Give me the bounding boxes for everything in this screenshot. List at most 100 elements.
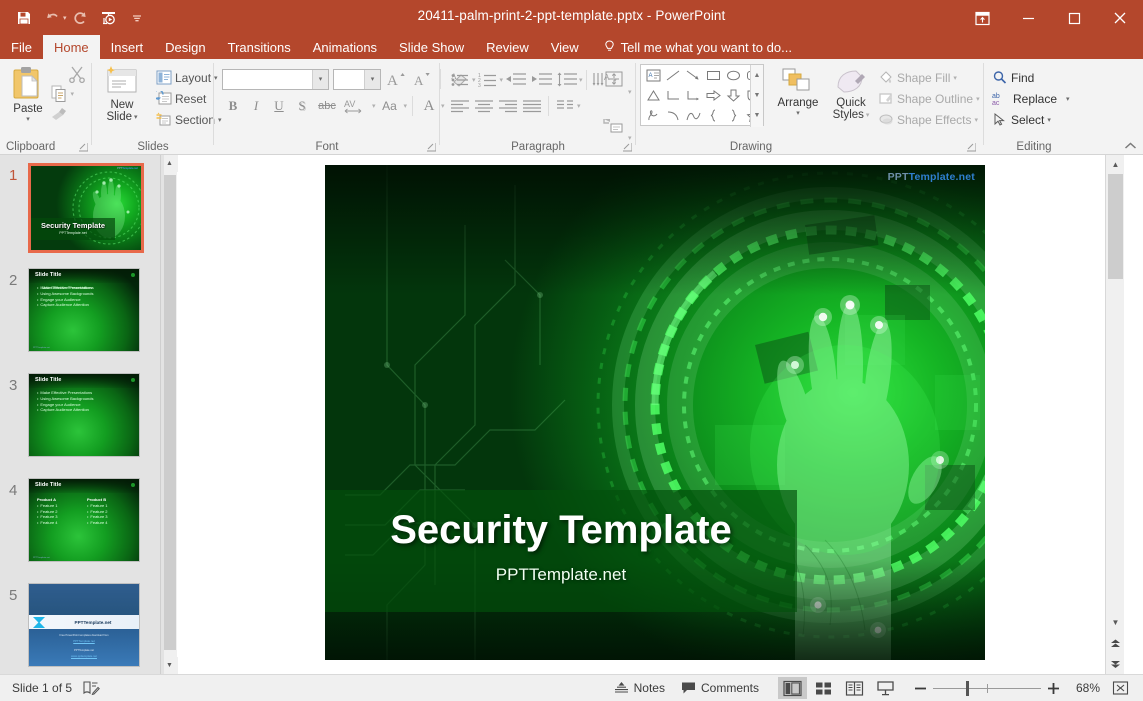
font-size-dropdown-caret[interactable]: ▾: [364, 69, 380, 89]
text-shadow-button[interactable]: S: [291, 95, 313, 117]
shape-effects-dropdown-caret[interactable]: ▾: [975, 116, 979, 124]
paragraph-dialog-launcher[interactable]: [623, 143, 632, 152]
underline-button[interactable]: U: [268, 95, 290, 117]
view-normal-button[interactable]: [778, 677, 807, 699]
italic-button[interactable]: I: [245, 95, 267, 117]
shape-scribble[interactable]: [643, 106, 663, 125]
copy-dropdown-caret[interactable]: ▾: [70, 90, 74, 98]
shapes-gallery[interactable]: A ▲ ▼ ▼: [640, 64, 764, 127]
format-painter-button[interactable]: [50, 106, 68, 122]
shape-outline-button[interactable]: Shape Outline ▾: [876, 88, 982, 109]
ribbon-display-options-icon[interactable]: [959, 0, 1005, 36]
shapes-scroll-up-icon[interactable]: ▲: [751, 65, 763, 85]
slide-scroll-down-icon[interactable]: ▼: [1106, 613, 1125, 632]
replace-button[interactable]: ab ac Replace ▾: [990, 88, 1072, 109]
shape-arc[interactable]: [683, 106, 703, 125]
font-size-combo[interactable]: ▾: [333, 68, 381, 90]
align-center-button[interactable]: [472, 95, 496, 117]
select-dropdown-caret[interactable]: ▾: [1047, 116, 1051, 124]
line-spacing-dropdown-caret[interactable]: ▾: [579, 76, 583, 84]
shape-effects-button[interactable]: Shape Effects ▾: [876, 109, 982, 130]
columns-button[interactable]: [553, 95, 577, 117]
shape-down-arrow[interactable]: [723, 86, 743, 105]
cut-button[interactable]: [68, 65, 86, 83]
font-dialog-launcher[interactable]: [427, 143, 436, 152]
zoom-out-button[interactable]: [910, 677, 931, 699]
tab-review[interactable]: Review: [475, 35, 540, 59]
slide-subtitle[interactable]: PPTTemplate.net: [325, 565, 797, 585]
shape-textbox[interactable]: A: [643, 66, 663, 85]
collapse-ribbon-icon[interactable]: [1124, 141, 1137, 152]
align-left-button[interactable]: [448, 95, 472, 117]
tab-view[interactable]: View: [540, 35, 590, 59]
view-reading-button[interactable]: [840, 677, 869, 699]
tab-insert[interactable]: Insert: [100, 35, 155, 59]
quick-styles-button[interactable]: Quick Styles ▾: [826, 67, 876, 121]
slide-thumbnail-pane[interactable]: 1 PPTTemplate.net Security Template PPTT…: [0, 155, 160, 674]
slide-title[interactable]: Security Template: [325, 508, 797, 553]
align-text-button[interactable]: [600, 67, 628, 91]
paste-button[interactable]: Paste ▾: [6, 65, 50, 127]
view-slide-sorter-button[interactable]: [809, 677, 838, 699]
character-spacing-button[interactable]: AV: [341, 95, 371, 117]
change-case-dropdown-caret[interactable]: ▾: [404, 102, 408, 110]
copy-button[interactable]: ▾: [51, 85, 74, 103]
numbering-button[interactable]: 123: [476, 69, 500, 91]
shape-fill-button[interactable]: Shape Fill ▾: [876, 67, 982, 88]
quick-styles-dropdown-caret[interactable]: ▾: [866, 111, 870, 119]
maximize-icon[interactable]: [1051, 0, 1097, 36]
thumbnail-slide-4[interactable]: Slide Title Product A • Feature 1 • Featur…: [28, 478, 140, 562]
shapes-gallery-scrollbar[interactable]: ▲ ▼ ▼: [750, 65, 763, 127]
tab-file[interactable]: File: [0, 35, 43, 59]
bold-button[interactable]: B: [222, 95, 244, 117]
shape-elbow-connector[interactable]: [663, 86, 683, 105]
shape-arrow[interactable]: [683, 66, 703, 85]
font-name-combo[interactable]: ▾: [222, 68, 329, 90]
shape-rectangle[interactable]: [703, 66, 723, 85]
tab-slide-show[interactable]: Slide Show: [388, 35, 475, 59]
thumbnail-slide-3[interactable]: Slide Title • Make Effective Presentation…: [28, 373, 140, 457]
replace-dropdown-caret[interactable]: ▾: [1066, 95, 1070, 103]
line-spacing-button[interactable]: [555, 69, 579, 91]
convert-to-smartart-button[interactable]: [600, 113, 628, 137]
zoom-in-button[interactable]: [1043, 677, 1064, 699]
thumbnail-scrollbar-thumb[interactable]: [163, 175, 176, 650]
spell-check-icon[interactable]: [82, 680, 100, 696]
drawing-dialog-launcher[interactable]: [967, 143, 976, 152]
font-size-value[interactable]: [334, 70, 364, 89]
tab-transitions[interactable]: Transitions: [217, 35, 302, 59]
thumbnail-slide-1[interactable]: PPTTemplate.net Security Template PPTTem…: [28, 163, 144, 253]
current-slide-canvas[interactable]: PPTTemplate.net Security Template PPTTem…: [325, 165, 985, 660]
tell-me-search[interactable]: Tell me what you want to do...: [590, 35, 792, 59]
clipboard-dialog-launcher[interactable]: [79, 143, 88, 152]
slide-scroll-up-icon[interactable]: ▲: [1106, 155, 1125, 174]
decrease-font-size-button[interactable]: A: [411, 68, 433, 90]
shapes-scroll-down-icon[interactable]: ▼: [751, 85, 763, 105]
shape-right-brace[interactable]: [723, 106, 743, 125]
character-spacing-dropdown-caret[interactable]: ▾: [372, 102, 376, 110]
align-text-dropdown-caret[interactable]: ▾: [628, 89, 632, 96]
paste-dropdown-caret[interactable]: ▾: [26, 115, 30, 123]
next-slide-icon[interactable]: [1106, 655, 1125, 674]
pane-splitter[interactable]: [160, 155, 164, 674]
shapes-more-icon[interactable]: ▼: [751, 105, 763, 125]
font-color-button[interactable]: A: [418, 95, 440, 117]
slide-editing-area[interactable]: PPTTemplate.net Security Template PPTTem…: [178, 155, 1124, 674]
shape-elbow-arrow-connector[interactable]: [683, 86, 703, 105]
shape-outline-dropdown-caret[interactable]: ▾: [976, 95, 980, 103]
minimize-icon[interactable]: [1005, 0, 1051, 36]
shape-curve[interactable]: [663, 106, 683, 125]
shape-fill-dropdown-caret[interactable]: ▾: [953, 74, 957, 82]
shape-right-arrow[interactable]: [703, 86, 723, 105]
font-name-dropdown-caret[interactable]: ▾: [312, 69, 328, 89]
tab-design[interactable]: Design: [154, 35, 216, 59]
strikethrough-button[interactable]: abc: [314, 95, 340, 117]
slide-area-scrollbar[interactable]: ▲ ▼: [1105, 155, 1124, 674]
find-button[interactable]: Find: [990, 67, 1072, 88]
shape-left-brace[interactable]: [703, 106, 723, 125]
notes-button[interactable]: Notes: [607, 677, 672, 699]
slide-scrollbar-thumb[interactable]: [1108, 174, 1123, 279]
select-button[interactable]: Select ▾: [990, 109, 1072, 130]
new-slide-button[interactable]: New Slide ▾: [96, 65, 148, 123]
tab-home[interactable]: Home: [42, 35, 100, 59]
